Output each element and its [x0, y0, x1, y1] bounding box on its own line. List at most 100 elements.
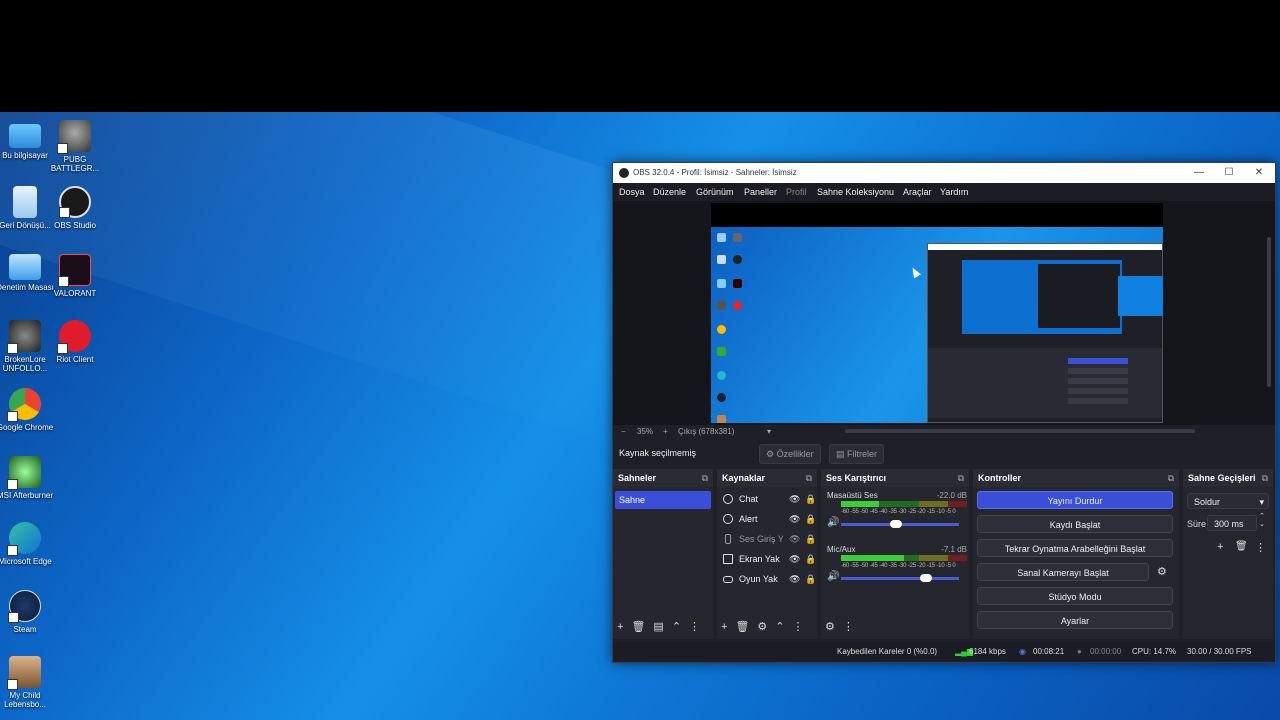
scene-transitions-dock: Sahne Geçişleri ⧉ Soldur ▾ Süre 300 ms ⌃…: [1183, 469, 1273, 639]
stop-streaming-button[interactable]: Yayını Durdur: [977, 491, 1173, 509]
add-icon[interactable]: +: [1217, 541, 1223, 553]
chevron-up-icon[interactable]: ⌃: [672, 621, 681, 633]
start-virtual-camera-button[interactable]: Sanal Kamerayı Başlat: [977, 563, 1149, 581]
valorant-icon: [58, 254, 91, 287]
lock-icon[interactable]: 🔒: [805, 529, 816, 549]
preview-canvas[interactable]: [711, 203, 1163, 423]
chevron-up-icon[interactable]: ⌃: [775, 621, 784, 633]
minimize-button[interactable]: —: [1185, 165, 1213, 181]
scenes-title: Sahneler: [618, 473, 657, 483]
menu-duzenle[interactable]: Düzenle: [653, 187, 686, 197]
eye-icon[interactable]: 👁: [789, 509, 800, 529]
mini-desktop-icon: [717, 325, 726, 334]
menu-yardim[interactable]: Yardım: [940, 187, 968, 197]
more-icon[interactable]: ⋮: [1255, 541, 1266, 554]
zoom-in-button[interactable]: +: [663, 427, 668, 436]
menu-profil[interactable]: Profil: [786, 187, 807, 197]
lock-icon[interactable]: 🔒: [805, 549, 816, 569]
eye-icon[interactable]: 👁: [789, 549, 800, 569]
menu-dosya[interactable]: Dosya: [619, 187, 645, 197]
desktop-icon-valorant[interactable]: VALORANT: [45, 254, 105, 298]
top-black-bar: [0, 0, 1280, 112]
controls-header: Kontroller ⧉: [973, 469, 1179, 487]
mixer-settings-icon[interactable]: ⚙: [825, 621, 835, 633]
desktop-icon-my-child[interactable]: My Child Lebensbo...: [0, 656, 55, 709]
properties-button[interactable]: ⚙ Özellikler: [759, 444, 821, 464]
title-bar[interactable]: OBS 32.0.4 - Profil: İsimsiz - Sahneler:…: [613, 163, 1275, 183]
undock-icon[interactable]: ⧉: [702, 473, 708, 484]
add-icon[interactable]: +: [617, 621, 623, 633]
gear-icon[interactable]: ⚙: [757, 621, 767, 633]
transition-select[interactable]: Soldur ▾: [1187, 493, 1269, 509]
steam-icon: [8, 590, 41, 623]
desktop-icon-pubg[interactable]: PUBG BATTLEGR...: [45, 120, 105, 173]
settings-button[interactable]: Ayarlar: [977, 611, 1173, 629]
studio-mode-button[interactable]: Stüdyo Modu: [977, 587, 1173, 605]
menu-gorunum[interactable]: Görünüm: [696, 187, 734, 197]
source-item-game-capture[interactable]: Oyun Yak 👁 🔒: [723, 569, 816, 589]
preview-area[interactable]: [613, 201, 1275, 425]
controls-title: Kontroller: [978, 473, 1022, 483]
scene-item[interactable]: Sahne: [615, 491, 711, 509]
eye-icon[interactable]: 👁: [789, 569, 800, 589]
undock-icon[interactable]: ⧉: [1262, 473, 1268, 484]
spinner-arrows-icon[interactable]: ⌃ ⌄: [1259, 513, 1265, 529]
eye-icon[interactable]: 👁: [789, 489, 800, 509]
start-recording-button[interactable]: Kaydı Başlat: [977, 515, 1173, 533]
source-label: Oyun Yak: [739, 574, 778, 584]
trash-icon[interactable]: 🗑: [1235, 541, 1248, 552]
duration-field[interactable]: 300 ms: [1207, 515, 1257, 531]
output-resolution[interactable]: Çıkış (678x381): [678, 427, 734, 436]
volume-slider[interactable]: [841, 520, 959, 528]
filters-label: Filtreler: [847, 449, 878, 459]
lock-icon[interactable]: 🔒: [805, 569, 816, 589]
preview-vertical-scrollbar[interactable]: [1267, 237, 1271, 387]
source-item-alert[interactable]: Alert 👁 🔒: [723, 509, 816, 529]
eye-hidden-icon[interactable]: 👁: [789, 529, 800, 549]
menu-bar: Dosya Düzenle Görünüm Paneller Profil Sa…: [613, 183, 1275, 201]
slider-knob[interactable]: [890, 520, 903, 528]
chevron-down-icon[interactable]: ▾: [767, 427, 771, 436]
maximize-button[interactable]: ☐: [1215, 165, 1243, 181]
add-icon[interactable]: +: [721, 621, 727, 633]
undock-icon[interactable]: ⧉: [806, 473, 812, 484]
desktop-icon-riot-client[interactable]: Riot Client: [45, 320, 105, 364]
trash-icon[interactable]: 🗑: [735, 621, 749, 633]
start-replay-buffer-button[interactable]: Tekrar Oynatma Arabelleğini Başlat: [977, 539, 1173, 557]
pubg-icon: [57, 120, 91, 154]
desktop-icon-obs[interactable]: OBS Studio: [45, 186, 105, 230]
mini-desktop-icon: [717, 279, 726, 288]
lock-icon[interactable]: 🔒: [805, 509, 816, 529]
menu-sahne-koleksiyonu[interactable]: Sahne Koleksiyonu: [817, 187, 894, 197]
undock-icon[interactable]: ⧉: [1168, 473, 1174, 484]
gear-icon[interactable]: ⚙: [1157, 565, 1167, 578]
source-item-audio-input[interactable]: Ses Giriş Y 👁 🔒: [723, 529, 816, 549]
filters-button[interactable]: ▤ Filtreler: [829, 444, 885, 464]
desktop-icon-chrome[interactable]: Google Chrome: [0, 388, 55, 432]
volume-slider[interactable]: [841, 574, 959, 582]
speaker-icon[interactable]: 🔊: [827, 571, 839, 582]
lock-icon[interactable]: 🔒: [805, 489, 816, 509]
menu-paneller[interactable]: Paneller: [744, 187, 777, 197]
record-icon: ●: [1077, 647, 1082, 656]
desktop-icon-msi-afterburner[interactable]: MSI Afterburner: [0, 456, 55, 500]
more-icon[interactable]: ⋮: [689, 621, 700, 633]
trash-icon[interactable]: 🗑: [631, 621, 645, 633]
brokenlore-icon: [7, 320, 41, 354]
source-item-chat[interactable]: Chat 👁 🔒: [723, 489, 816, 509]
desktop-icon-edge[interactable]: Microsoft Edge: [0, 522, 55, 566]
speaker-icon[interactable]: 🔊: [827, 517, 839, 528]
zoom-out-button[interactable]: −: [621, 427, 626, 436]
desktop-icon-steam[interactable]: Steam: [0, 590, 55, 634]
menu-araclar[interactable]: Araçlar: [903, 187, 932, 197]
mini-desktop-icon: [717, 415, 726, 423]
undock-icon[interactable]: ⧉: [958, 473, 964, 484]
source-item-display-capture[interactable]: Ekran Yak 👁 🔒: [723, 549, 816, 569]
recycle-bin-icon: [13, 186, 37, 218]
more-icon[interactable]: ⋮: [793, 621, 804, 633]
more-icon[interactable]: ⋮: [843, 621, 854, 633]
preview-horizontal-scrollbar[interactable]: [845, 429, 1195, 433]
slider-knob[interactable]: [919, 574, 932, 582]
filter-icon[interactable]: ▤: [653, 621, 663, 633]
close-button[interactable]: ✕: [1245, 165, 1273, 181]
